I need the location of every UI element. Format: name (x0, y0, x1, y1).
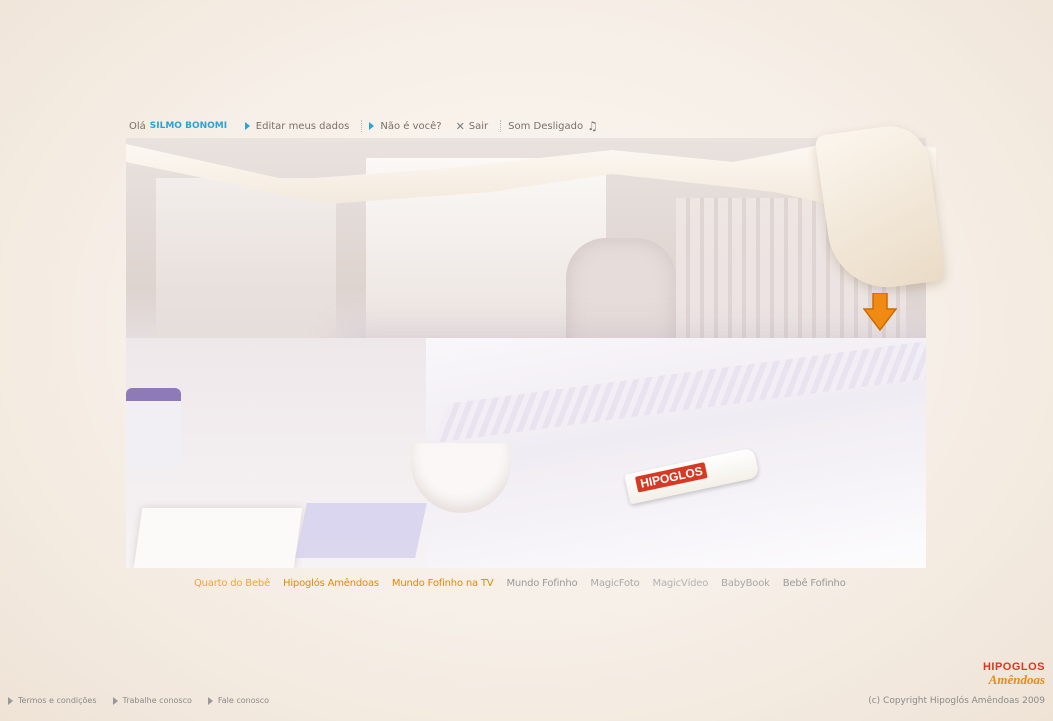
menu-item-magicfoto[interactable]: MagicFoto (590, 578, 639, 589)
music-note-icon: ♫ (587, 119, 598, 133)
footer-link-label: Fale conosco (217, 696, 270, 705)
play-arrow-icon (112, 696, 118, 705)
play-arrow-icon (207, 696, 213, 705)
username: SILMO BONOMI (149, 121, 228, 131)
copyright: (c) Copyright Hipoglós Amêndoas 2009 (868, 696, 1045, 706)
not-you-link[interactable]: Não é você? (369, 120, 442, 132)
footer-links: Termos e condições Trabalhe conosco Fale… (8, 696, 269, 705)
tissue-box (133, 508, 303, 568)
logout-link[interactable]: ✕ Sair (456, 120, 489, 133)
menu-item-mundo-fofinho-na-tv[interactable]: Mundo Fofinho na TV (392, 578, 494, 589)
footer-link-careers[interactable]: Trabalhe conosco (112, 696, 192, 705)
menu-item-quarto-do-bebe[interactable]: Quarto do Bebê (194, 578, 270, 589)
menu-item-bebe-fofinho[interactable]: Bebê Fofinho (783, 578, 846, 589)
menu-item-mundo-fofinho[interactable]: Mundo Fofinho (506, 578, 577, 589)
brand-logo[interactable]: HIPOGLOS Amêndoas (967, 662, 1045, 690)
footer-link-label: Termos e condições (18, 696, 97, 705)
logout-label: Sair (468, 120, 489, 132)
play-arrow-icon (244, 122, 250, 130)
edit-profile-link[interactable]: Editar meus dados (244, 120, 350, 132)
divider (500, 120, 502, 132)
menu-item-magicvideo[interactable]: MagicVídeo (653, 578, 709, 589)
play-arrow-icon (8, 696, 13, 705)
logo-subtext: Amêndoas (988, 672, 1045, 687)
hero-image: HIPOGLOS (126, 138, 926, 568)
close-icon: ✕ (455, 119, 465, 133)
user-bar: Olá SILMO BONOMI Editar meus dados Não é… (129, 118, 598, 134)
footer-link-label: Trabalhe conosco (122, 696, 192, 705)
divider (361, 120, 363, 132)
play-arrow-icon (369, 122, 375, 130)
greeting-text: Olá (129, 120, 146, 132)
arrow-down-icon[interactable] (863, 293, 897, 331)
sound-toggle[interactable]: Som Desligado ♫ (508, 119, 598, 133)
lilac-towel (295, 503, 427, 558)
footer-link-terms[interactable]: Termos e condições (8, 696, 97, 705)
sound-label: Som Desligado (508, 120, 584, 132)
cotton-jar (126, 388, 181, 468)
footer-link-contact[interactable]: Fale conosco (207, 696, 270, 705)
edit-profile-label: Editar meus dados (255, 120, 350, 132)
main-menu: Quarto do Bebê Hipoglós Amêndoas Mundo Fof… (194, 578, 846, 589)
menu-item-hipoglos-amendoas[interactable]: Hipoglós Amêndoas (283, 578, 379, 589)
not-you-label: Não é você? (380, 120, 442, 132)
menu-item-babybook[interactable]: BabyBook (721, 578, 770, 589)
